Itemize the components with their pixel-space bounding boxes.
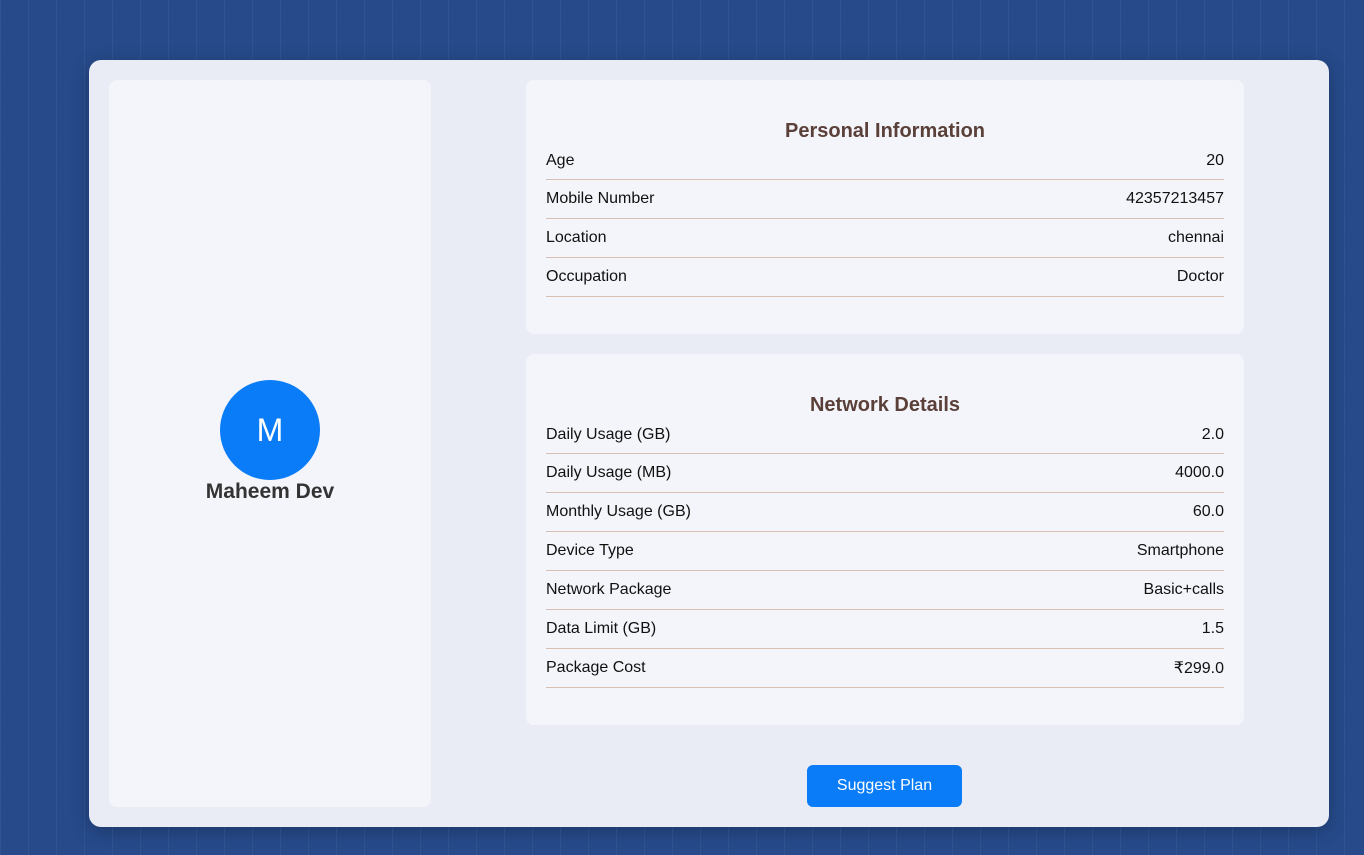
- info-value: 20: [1206, 152, 1224, 169]
- network-value: 4000.0: [1175, 464, 1224, 481]
- network-value: 1.5: [1201, 620, 1224, 637]
- network-row-daily-usage-mb: Daily Usage (MB) 4000.0: [546, 454, 1224, 493]
- info-value: Doctor: [1176, 268, 1224, 285]
- personal-information-list: Age 20 Mobile Number 42357213457 Locatio…: [546, 143, 1224, 297]
- profile-name: Maheem Dev: [205, 480, 335, 503]
- network-label: Daily Usage (MB): [546, 464, 672, 481]
- profile-card: M Maheem Dev Personal Information Age 20…: [89, 60, 1329, 827]
- network-value: Basic+calls: [1143, 581, 1224, 598]
- network-row-data-limit: Data Limit (GB) 1.5: [546, 610, 1224, 649]
- network-label: Monthly Usage (GB): [546, 503, 691, 520]
- network-value: Smartphone: [1136, 542, 1224, 559]
- network-details-title: Network Details: [809, 394, 961, 416]
- suggest-plan-button[interactable]: Suggest Plan: [807, 765, 962, 807]
- network-label: Daily Usage (GB): [546, 426, 671, 443]
- info-value: chennai: [1167, 229, 1224, 246]
- network-row-monthly-usage-gb: Monthly Usage (GB) 60.0: [546, 493, 1224, 532]
- network-row-package-cost: Package Cost ₹299.0: [546, 649, 1224, 688]
- network-row-network-package: Network Package Basic+calls: [546, 571, 1224, 610]
- info-row-location: Location chennai: [546, 219, 1224, 258]
- network-label: Data Limit (GB): [546, 620, 657, 637]
- info-label: Occupation: [546, 268, 627, 285]
- avatar: M: [220, 380, 320, 480]
- info-label: Mobile Number: [546, 190, 655, 207]
- info-row-occupation: Occupation Doctor: [546, 258, 1224, 297]
- info-label: Age: [546, 152, 575, 169]
- network-row-daily-usage-gb: Daily Usage (GB) 2.0: [546, 417, 1224, 454]
- info-value: 42357213457: [1126, 190, 1224, 207]
- info-label: Location: [546, 229, 607, 246]
- network-details-list: Daily Usage (GB) 2.0 Daily Usage (MB) 40…: [546, 417, 1224, 688]
- network-value: 60.0: [1192, 503, 1224, 520]
- info-row-age: Age 20: [546, 143, 1224, 180]
- personal-information-card: Personal Information Age 20 Mobile Numbe…: [526, 80, 1244, 334]
- network-value: 2.0: [1201, 426, 1224, 443]
- network-value: ₹299.0: [1173, 660, 1224, 677]
- network-label: Network Package: [546, 581, 672, 598]
- network-row-device-type: Device Type Smartphone: [546, 532, 1224, 571]
- network-label: Device Type: [546, 542, 634, 559]
- network-label: Package Cost: [546, 659, 646, 676]
- personal-information-title: Personal Information: [784, 120, 986, 142]
- profile-panel: M Maheem Dev: [109, 80, 431, 807]
- network-details-card: Network Details Daily Usage (GB) 2.0 Dai…: [526, 354, 1244, 725]
- info-row-mobile-number: Mobile Number 42357213457: [546, 180, 1224, 219]
